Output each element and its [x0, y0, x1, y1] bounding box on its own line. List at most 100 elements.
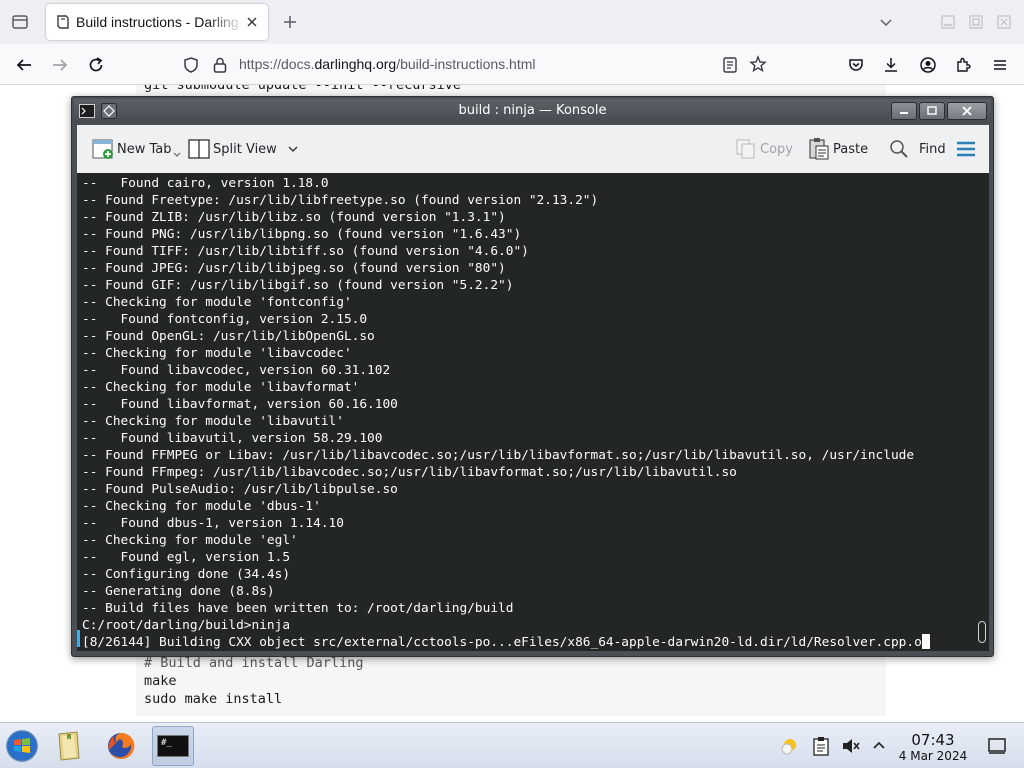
- account-icon[interactable]: [915, 52, 941, 78]
- minimize-button[interactable]: [891, 102, 917, 120]
- terminal-line: -- Found PulseAudio: /usr/lib/libpulse.s…: [82, 482, 398, 497]
- code-line: git submodule update --init --recursive: [144, 85, 461, 93]
- find-button[interactable]: Find: [887, 135, 946, 163]
- url-path: /build-instructions.html: [396, 56, 536, 72]
- start-menu-button[interactable]: [1, 726, 43, 766]
- url-bar[interactable]: https://docs.darlinghq.org/build-instruc…: [176, 49, 778, 81]
- new-tab-label: New Tab: [117, 141, 172, 157]
- terminal-line: -- Found libavcodec, version 60.31.102: [82, 363, 391, 378]
- firefox-icon[interactable]: [100, 726, 142, 766]
- terminal-line: -- Found TIFF: /usr/lib/libtiff.so (foun…: [82, 244, 529, 259]
- terminal-line: -- Found FFMPEG or Libav: /usr/lib/libav…: [82, 448, 915, 463]
- terminal-line: -- Found dbus-1, version 1.14.10: [82, 516, 344, 531]
- terminal-lines: -- Found cairo, version 1.18.0 -- Found F…: [82, 175, 930, 651]
- terminal-line: [8/26144] Building CXX object src/extern…: [82, 634, 930, 651]
- book-icon: [55, 14, 71, 30]
- taskbar-konsole[interactable]: #_: [152, 726, 194, 766]
- browser-nav-bar: https://docs.darlinghq.org/build-instruc…: [0, 44, 1024, 85]
- maximize-button[interactable]: [919, 102, 945, 120]
- new-tab-icon[interactable]: [278, 10, 302, 34]
- terminal-line: -- Found ZLIB: /usr/lib/libz.so (found v…: [82, 210, 506, 225]
- url-host: darlinghq.org: [314, 56, 397, 72]
- terminal-line: -- Checking for module 'fontconfig': [82, 295, 352, 310]
- terminal-line: -- Found egl, version 1.5: [82, 550, 291, 565]
- forward-arrow-icon[interactable]: [47, 52, 73, 78]
- terminal-cursor: [921, 634, 930, 649]
- chevron-up-icon[interactable]: [868, 735, 890, 757]
- terminal-line: -- Found fontconfig, version 2.15.0: [82, 312, 368, 327]
- weather-icon[interactable]: [778, 735, 800, 757]
- volume-muted-icon[interactable]: [840, 735, 862, 757]
- terminal-line: -- Found JPEG: /usr/lib/libjpeg.so (foun…: [82, 261, 506, 276]
- show-desktop-icon[interactable]: [986, 735, 1008, 757]
- close-icon[interactable]: [242, 12, 262, 32]
- split-view-icon: [187, 137, 211, 161]
- terminal-line: -- Found Freetype: /usr/lib/libfreetype.…: [82, 193, 599, 208]
- terminal-line: -- Generating done (8.8s): [82, 584, 275, 599]
- downloads-icon[interactable]: [878, 52, 904, 78]
- chevron-down-icon: [287, 143, 299, 155]
- terminal-line: -- Configuring done (34.4s): [82, 567, 291, 582]
- back-arrow-icon[interactable]: [11, 52, 37, 78]
- bookmark-star-icon[interactable]: [749, 55, 767, 77]
- terminal-line: -- Checking for module 'libavcodec': [82, 346, 352, 361]
- terminal-scrollbar[interactable]: [978, 621, 986, 643]
- konsole-toolbar: New Tab Split View Copy Paste Find: [77, 125, 989, 173]
- paste-label: Paste: [833, 141, 869, 157]
- terminal-line: -- Found cairo, version 1.18.0: [82, 176, 329, 191]
- clipboard-icon[interactable]: [810, 735, 832, 757]
- konsole-titlebar[interactable]: build : ninja — Konsole: [74, 99, 991, 123]
- terminal-icon: #_: [157, 735, 189, 757]
- hamburger-menu-icon: [954, 137, 978, 161]
- terminal-line: -- Found PNG: /usr/lib/libpng.so (found …: [82, 227, 522, 242]
- find-label: Find: [919, 141, 946, 157]
- taskbar: #_ 07:43 4 Mar 2024: [0, 722, 1024, 768]
- close-button[interactable]: [947, 102, 987, 120]
- tab-list-icon[interactable]: [8, 10, 32, 34]
- url-text[interactable]: https://docs.darlinghq.org/build-instruc…: [239, 56, 536, 72]
- pocket-icon[interactable]: [843, 52, 869, 78]
- chevron-down-icon[interactable]: [872, 8, 900, 36]
- maximize-icon[interactable]: [962, 8, 990, 36]
- terminal-line: -- Found libavutil, version 58.29.100: [82, 431, 383, 446]
- split-view-label: Split View: [213, 141, 277, 157]
- terminal-line: -- Found FFmpeg: /usr/lib/libavcodec.so;…: [82, 465, 737, 480]
- browser-tab-bar: Build instructions - Darling: [0, 0, 1024, 44]
- hamburger-menu-icon[interactable]: [987, 52, 1013, 78]
- extensions-icon[interactable]: [951, 52, 977, 78]
- hamburger-menu-button[interactable]: [954, 135, 980, 163]
- clock-time: 07:43: [911, 731, 955, 749]
- paste-button[interactable]: Paste: [807, 135, 868, 163]
- split-view-button[interactable]: Split View: [187, 135, 299, 163]
- paste-icon: [807, 137, 831, 161]
- tab-title: Build instructions - Darling: [76, 14, 239, 30]
- terminal-line: -- Checking for module 'egl': [82, 533, 298, 548]
- minimize-icon[interactable]: [934, 8, 962, 36]
- file-manager-icon[interactable]: [48, 726, 90, 766]
- current-line-marker: [77, 630, 80, 647]
- code-line: sudo make install: [144, 691, 283, 707]
- close-window-icon[interactable]: [990, 8, 1018, 36]
- copy-label: Copy: [760, 141, 793, 157]
- lock-icon[interactable]: [212, 56, 228, 78]
- code-block-bottom: # Build and install Darling make sudo ma…: [136, 654, 886, 716]
- search-icon: [887, 137, 911, 161]
- terminal-line: -- Found GIF: /usr/lib/libgif.so (found …: [82, 278, 514, 293]
- konsole-window: build : ninja — Konsole New Tab Split Vi…: [71, 96, 994, 657]
- code-line: make: [144, 673, 177, 689]
- copy-button[interactable]: Copy: [734, 135, 793, 163]
- url-prefix: https://docs.: [239, 56, 315, 72]
- terminal-line: -- Build files have been written to: /ro…: [82, 601, 514, 616]
- reader-view-icon[interactable]: [722, 56, 738, 78]
- browser-tab[interactable]: Build instructions - Darling: [46, 4, 268, 40]
- new-tab-icon: [91, 137, 115, 161]
- terminal-line: -- Checking for module 'libavutil': [82, 414, 344, 429]
- terminal-line: -- Found OpenGL: /usr/lib/libOpenGL.so: [82, 329, 375, 344]
- shield-icon[interactable]: [182, 56, 200, 78]
- terminal-line: -- Checking for module 'dbus-1': [82, 499, 321, 514]
- clock[interactable]: 07:43 4 Mar 2024: [890, 731, 976, 764]
- reload-icon[interactable]: [83, 52, 109, 78]
- terminal-output[interactable]: -- Found cairo, version 1.18.0 -- Found F…: [77, 173, 989, 651]
- terminal-line: -- Found libavformat, version 60.16.100: [82, 397, 398, 412]
- new-tab-button[interactable]: New Tab: [91, 135, 181, 163]
